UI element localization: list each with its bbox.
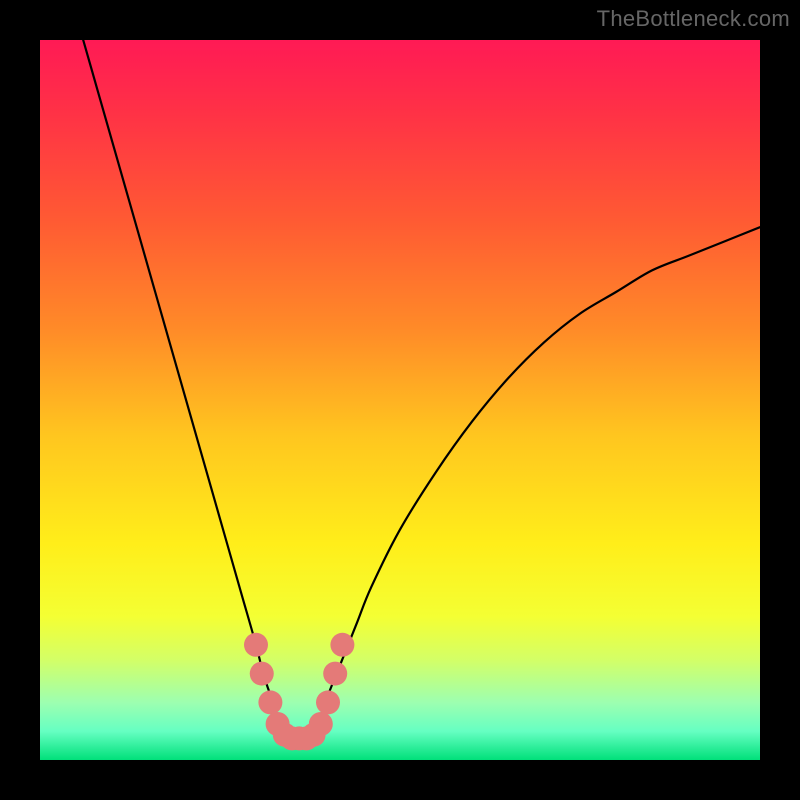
curve-marker <box>330 633 354 657</box>
curve-marker <box>309 712 333 736</box>
curve-marker <box>323 662 347 686</box>
chart-frame: TheBottleneck.com <box>0 0 800 800</box>
watermark-text: TheBottleneck.com <box>597 6 790 32</box>
curve-layer <box>40 40 760 760</box>
curve-marker <box>258 690 282 714</box>
curve-markers <box>244 633 354 751</box>
curve-marker <box>244 633 268 657</box>
curve-marker <box>250 662 274 686</box>
plot-area <box>40 40 760 760</box>
bottleneck-curve <box>83 40 760 739</box>
curve-marker <box>316 690 340 714</box>
